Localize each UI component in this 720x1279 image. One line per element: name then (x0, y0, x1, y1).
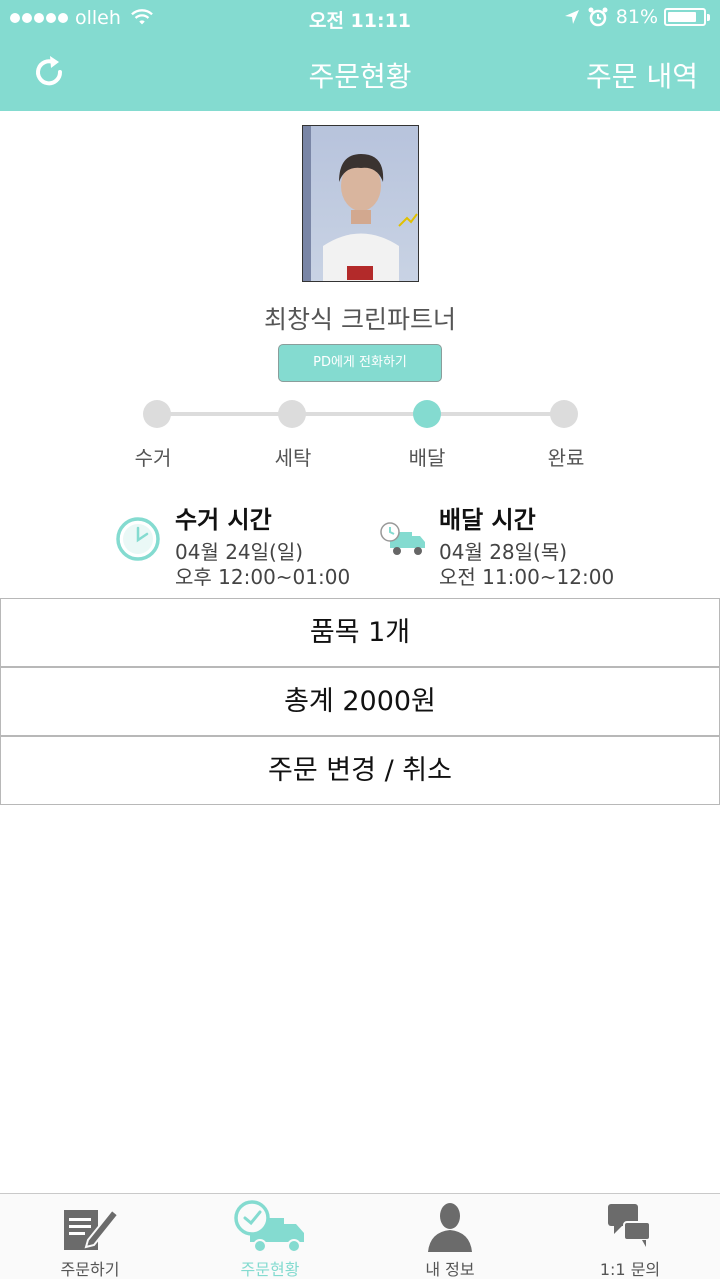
tab-order-status[interactable]: 주문현황 (180, 1194, 360, 1279)
order-status-truck-icon (234, 1200, 304, 1253)
tab-inquiry[interactable]: 1:1 문의 (540, 1194, 720, 1279)
app-header: olleh 오전 11:11 81% 주문현황 주문 내역 (0, 0, 720, 111)
call-pd-button[interactable]: PD에게 전화하기 (278, 344, 442, 382)
order-edit-icon (64, 1208, 120, 1250)
order-history-button[interactable]: 주문 내역 (586, 55, 698, 95)
items-row[interactable]: 품목 1개 (0, 598, 720, 667)
battery-cap (707, 14, 710, 21)
profile-icon (428, 1203, 472, 1252)
step-label: 완료 (547, 446, 585, 470)
step-dot-wash (278, 400, 306, 428)
battery-percent: 81% (615, 6, 658, 28)
partner-name: 최창식 크린파트너 (264, 305, 456, 334)
pickup-title: 수거 시간 (175, 506, 272, 534)
pickup-time: 오후 12:00~01:00 (175, 565, 351, 589)
delivery-time: 오전 11:00~12:00 (439, 565, 615, 589)
tab-order[interactable]: 주문하기 (0, 1194, 180, 1279)
battery-fill (668, 12, 696, 22)
step-label: 수거 (134, 446, 172, 470)
clock-icon (116, 517, 160, 561)
step-dot-delivery (413, 400, 441, 428)
alarm-icon (588, 7, 608, 27)
tab-label: 내 정보 (425, 1260, 475, 1279)
total-row[interactable]: 총계 2000원 (0, 667, 720, 736)
step-dot-pickup (143, 400, 171, 428)
step-label: 배달 (408, 446, 446, 470)
tab-label: 1:1 문의 (599, 1260, 661, 1279)
tab-label: 주문하기 (60, 1260, 120, 1279)
change-cancel-row[interactable]: 주문 변경 / 취소 (0, 736, 720, 805)
step-label: 세탁 (274, 446, 312, 470)
location-arrow-icon (564, 10, 579, 24)
status-bar: olleh 오전 11:11 81% (0, 0, 720, 38)
delivery-truck-icon (380, 522, 425, 555)
progress-track (157, 412, 564, 416)
chat-icon (608, 1204, 651, 1247)
partner-photo (302, 125, 419, 282)
tab-label: 주문현황 (240, 1260, 300, 1279)
step-dot-complete (550, 400, 578, 428)
battery-icon (664, 8, 710, 26)
tab-bar: 주문하기 주문현황 내 정보 1:1 문의 (0, 1193, 720, 1279)
tab-my-info[interactable]: 내 정보 (360, 1194, 540, 1279)
status-right: 81% (564, 6, 710, 28)
delivery-title: 배달 시간 (439, 506, 536, 534)
